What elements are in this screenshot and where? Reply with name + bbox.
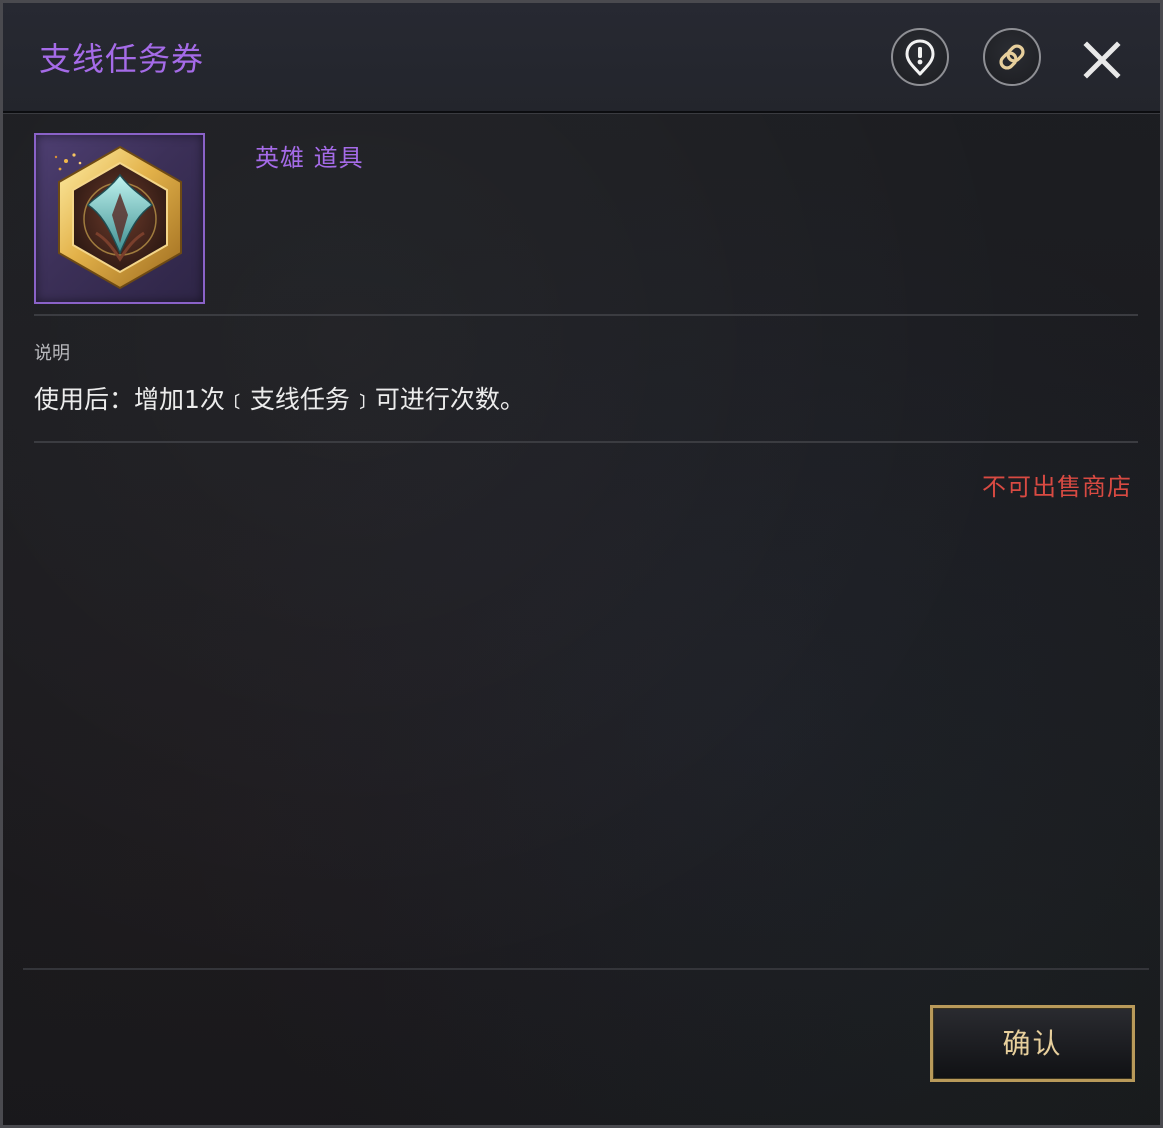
dialog-title: 支线任务券 [39,40,205,78]
confirm-button-label: 确认 [1002,1027,1063,1060]
description-text: 使用后：增加1次﹝支线任务﹞可进行次数。 [34,385,525,414]
item-detail-dialog: 支线任务券 英雄 道具 说明 使用后：增加1次﹝支线任务﹞可进行次数。 不可出售… [0,0,1163,1128]
dialog-header: 支线任务券 [3,3,1160,113]
quest-ticket-icon [54,145,182,290]
divider [34,441,1138,443]
item-type-label: 英雄 道具 [255,144,364,172]
footer-divider [23,968,1149,970]
link-icon [999,44,1025,70]
confirm-button[interactable]: 确认 [930,1005,1135,1082]
alert-pin-button[interactable] [891,28,949,86]
sell-restriction-note: 不可出售商店 [982,473,1132,501]
item-icon-frame [34,133,205,304]
description-label: 说明 [34,343,70,364]
close-button[interactable] [1079,37,1125,83]
divider [34,314,1138,316]
close-icon [1083,41,1121,79]
alert-pin-icon [905,39,935,76]
link-button[interactable] [983,28,1041,86]
